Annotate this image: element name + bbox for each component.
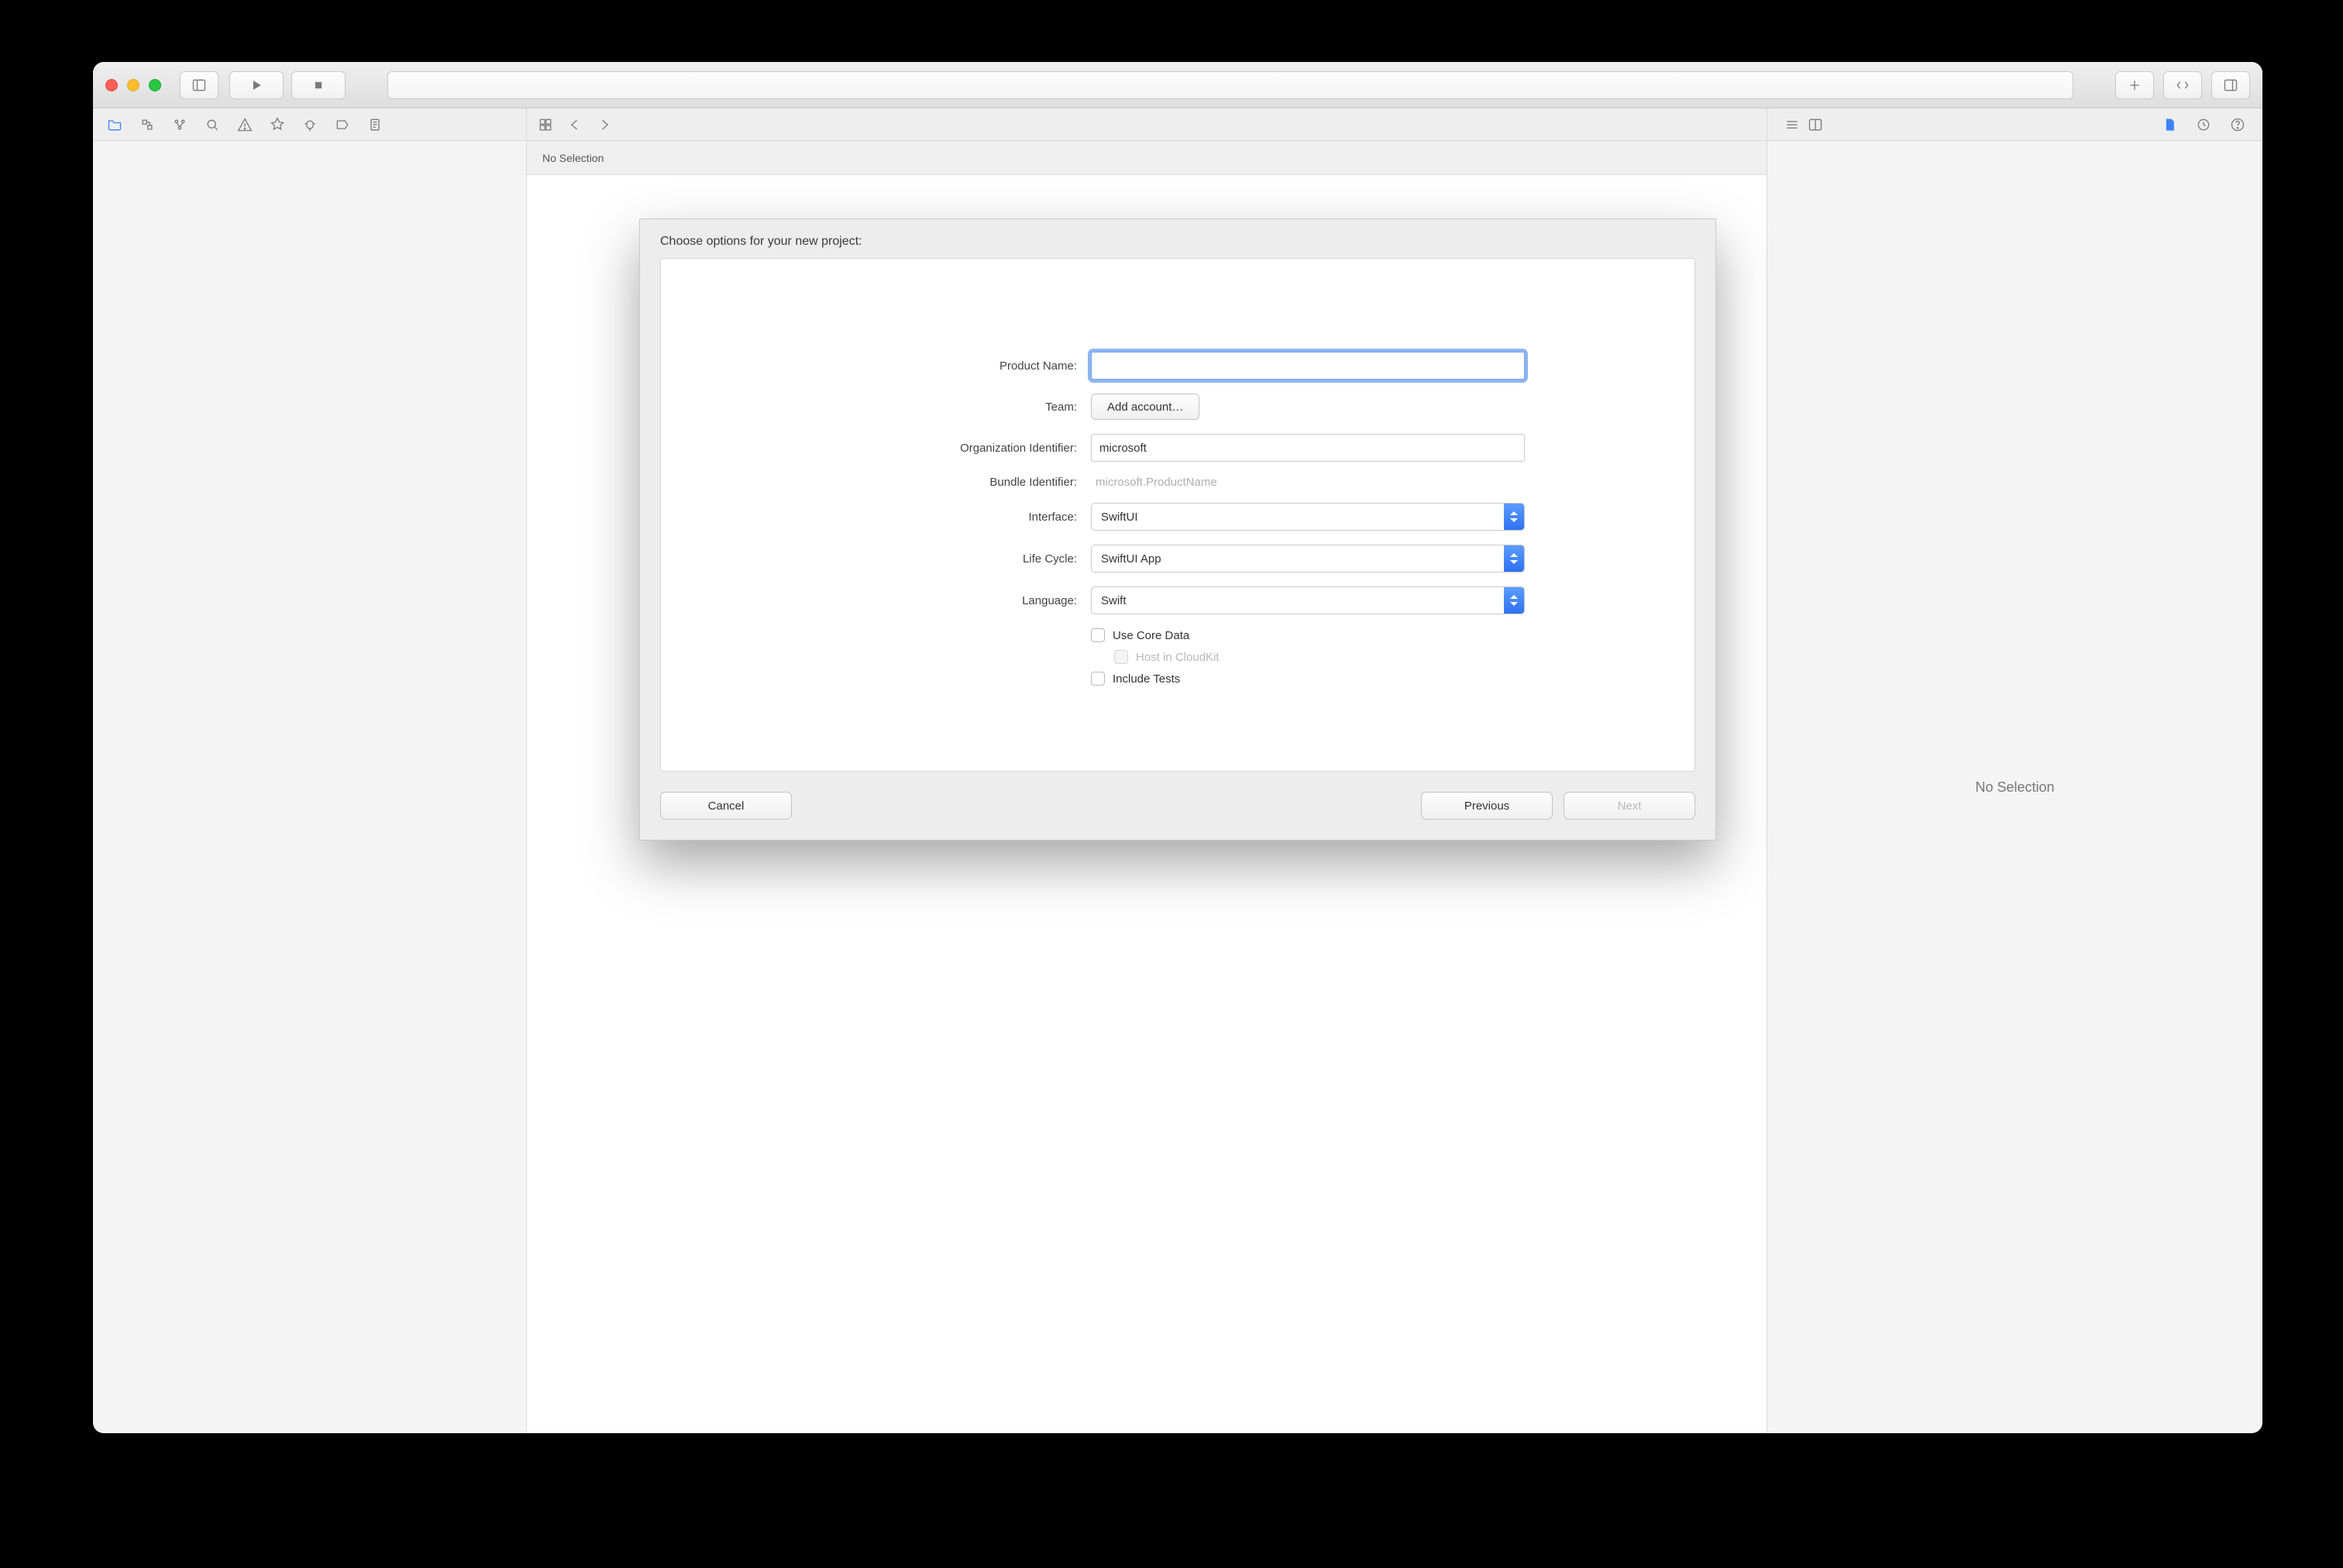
stop-button[interactable] <box>291 71 346 99</box>
library-button[interactable] <box>2115 71 2154 99</box>
host-cloudkit-checkbox: Host in CloudKit <box>1114 650 1525 664</box>
editor-jump-controls <box>527 108 1767 140</box>
test-navigator-icon[interactable] <box>270 117 285 132</box>
minimize-window-button[interactable] <box>127 79 139 91</box>
play-icon <box>249 77 264 93</box>
run-button[interactable] <box>229 71 284 99</box>
find-navigator-icon[interactable] <box>205 117 220 132</box>
chevron-up-down-icon <box>1504 504 1524 530</box>
toggle-navigator-button[interactable] <box>180 71 218 99</box>
interface-value: SwiftUI <box>1092 511 1504 524</box>
checkbox-icon <box>1091 628 1105 642</box>
scheme-activity-bar[interactable] <box>387 71 2073 99</box>
new-project-options-sheet: Choose options for your new project: Pro… <box>639 218 1716 841</box>
chevron-up-down-icon <box>1504 587 1524 614</box>
jump-bar-text: No Selection <box>542 152 604 164</box>
main-area: No Selection No Selection Choose options… <box>93 141 2262 1433</box>
go-forward-icon[interactable] <box>597 117 612 132</box>
inspector-placeholder: No Selection <box>1975 779 2054 796</box>
use-core-data-checkbox[interactable]: Use Core Data <box>1091 628 1525 642</box>
history-inspector-icon[interactable] <box>2196 117 2211 132</box>
window-controls <box>105 79 161 91</box>
report-navigator-icon[interactable] <box>367 117 383 132</box>
titlebar <box>93 62 2262 108</box>
folder-icon[interactable] <box>107 117 122 132</box>
checkbox-icon <box>1114 650 1128 664</box>
editor-options-icon[interactable] <box>1784 117 1800 132</box>
sheet-footer: Cancel Previous Next <box>640 792 1715 840</box>
sheet-title: Choose options for your new project: <box>640 219 1715 258</box>
inspector-selector <box>1767 108 2262 140</box>
close-window-button[interactable] <box>105 79 118 91</box>
product-name-label: Product Name: <box>814 359 1077 373</box>
navigator-panel <box>93 141 527 1433</box>
interface-select[interactable]: SwiftUI <box>1091 503 1525 531</box>
checkbox-icon <box>1091 672 1105 686</box>
code-review-button[interactable] <box>2163 71 2202 99</box>
previous-button[interactable]: Previous <box>1421 792 1553 820</box>
org-id-label: Organization Identifier: <box>814 442 1077 455</box>
life-cycle-label: Life Cycle: <box>814 552 1077 566</box>
use-core-data-label: Use Core Data <box>1113 629 1189 642</box>
issue-navigator-icon[interactable] <box>237 117 253 132</box>
source-control-icon[interactable] <box>139 117 155 132</box>
sidebar-left-icon <box>191 77 207 93</box>
cancel-button[interactable]: Cancel <box>660 792 792 820</box>
plus-icon <box>2127 77 2142 93</box>
adjust-editor-icon[interactable] <box>1808 117 1823 132</box>
include-tests-label: Include Tests <box>1113 672 1180 686</box>
host-cloudkit-label: Host in CloudKit <box>1136 651 1220 664</box>
symbol-navigator-icon[interactable] <box>172 117 188 132</box>
bundle-id-value: microsoft.ProductName <box>1091 476 1525 489</box>
language-select[interactable]: Swift <box>1091 586 1525 614</box>
file-inspector-icon[interactable] <box>2162 117 2177 132</box>
life-cycle-value: SwiftUI App <box>1092 552 1504 566</box>
form-card: Product Name: Team: Add account… Organiz… <box>660 258 1695 772</box>
go-back-icon[interactable] <box>567 117 583 132</box>
zoom-window-button[interactable] <box>149 79 161 91</box>
stop-icon <box>311 77 326 93</box>
product-name-input[interactable] <box>1091 352 1525 380</box>
debug-navigator-icon[interactable] <box>302 117 318 132</box>
chevron-up-down-icon <box>1504 545 1524 572</box>
add-account-button[interactable]: Add account… <box>1091 394 1199 420</box>
next-button: Next <box>1564 792 1695 820</box>
toggle-inspector-button[interactable] <box>2211 71 2250 99</box>
xcode-window: No Selection No Selection Choose options… <box>93 62 2262 1433</box>
sidebar-right-icon <box>2223 77 2238 93</box>
arrows-left-right-icon <box>2175 77 2190 93</box>
life-cycle-select[interactable]: SwiftUI App <box>1091 545 1525 573</box>
navigator-selector <box>93 108 527 140</box>
help-inspector-icon[interactable] <box>2230 117 2245 132</box>
language-value: Swift <box>1092 594 1504 607</box>
breakpoint-navigator-icon[interactable] <box>335 117 350 132</box>
interface-label: Interface: <box>814 511 1077 524</box>
tab-bar <box>93 108 2262 141</box>
bundle-id-label: Bundle Identifier: <box>814 476 1077 489</box>
include-tests-checkbox[interactable]: Include Tests <box>1091 672 1525 686</box>
language-label: Language: <box>814 594 1077 607</box>
inspector-panel: No Selection <box>1767 141 2262 1433</box>
jump-bar[interactable]: No Selection <box>527 141 1767 175</box>
team-label: Team: <box>814 401 1077 414</box>
related-items-icon[interactable] <box>538 117 553 132</box>
org-id-input[interactable] <box>1091 434 1525 462</box>
